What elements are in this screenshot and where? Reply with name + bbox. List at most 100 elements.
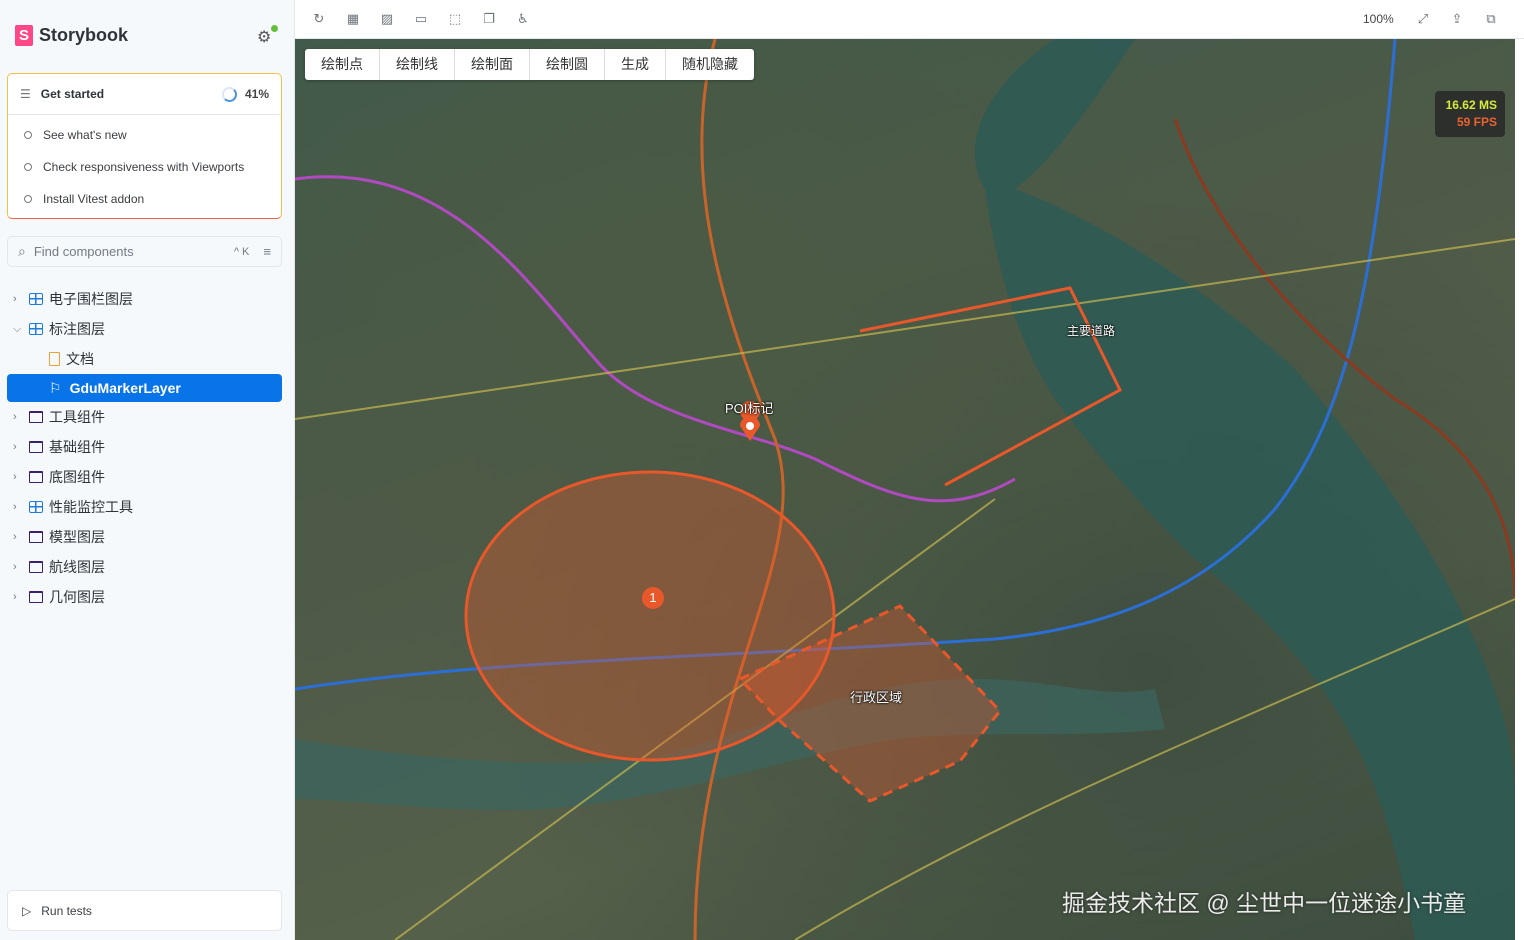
performance-monitor: 16.62 MS 59 FPS <box>1435 91 1505 137</box>
checklist-item-label: Install Vitest addon <box>43 192 145 206</box>
circle-icon <box>24 131 32 139</box>
storybook-logo[interactable]: S Storybook <box>15 25 128 46</box>
play-icon: ▷ <box>22 903 32 918</box>
tree-item[interactable]: › 基础组件 <box>7 432 282 462</box>
checklist-item-label: Check responsiveness with Viewports <box>43 160 245 174</box>
viewport-icon[interactable]: ❐ <box>481 11 497 27</box>
preview-toolbar: ↻ ▦ ▨ ▭ ⬚ ❐ ♿ 100% ⤢ ⇪ ⧉ <box>295 0 1524 39</box>
road-label: 主要道路 <box>1067 324 1116 338</box>
run-tests-label: Run tests <box>41 903 92 918</box>
reload-icon[interactable]: ↻ <box>311 11 327 27</box>
open-new-tab-icon[interactable]: ⧉ <box>1483 11 1499 27</box>
storybook-icon: S <box>15 25 33 46</box>
chevron-right-icon[interactable]: › <box>13 591 25 603</box>
search-input[interactable]: ⌕ Find components ^ K ≡ <box>7 236 282 267</box>
draw-button[interactable]: 绘制线 <box>380 49 455 80</box>
status-dot <box>271 25 278 32</box>
tree-item-label: 基础组件 <box>49 439 105 455</box>
share-icon[interactable]: ⇪ <box>1449 11 1465 27</box>
chevron-right-icon[interactable]: › <box>13 293 25 305</box>
fps-value: 59 FPS <box>1456 115 1497 129</box>
draw-button[interactable]: 随机隐藏 <box>666 49 754 80</box>
tree-item-label: 电子围栏图层 <box>49 291 133 307</box>
tree-item-label: 航线图层 <box>49 559 105 575</box>
component-icon <box>29 293 43 305</box>
tree-item-label: 工具组件 <box>49 409 105 425</box>
tree-item-label: 性能监控工具 <box>49 499 133 515</box>
outline-icon[interactable]: ⬚ <box>447 11 463 27</box>
river <box>974 39 1515 940</box>
tree-item-label: 几何图层 <box>49 589 105 605</box>
checklist-header[interactable]: ☰ Get started 41% <box>8 74 281 115</box>
cluster-marker[interactable]: 1 <box>642 587 664 609</box>
tree-item-label: 底图组件 <box>49 469 105 485</box>
chevron-right-icon[interactable]: › <box>13 531 25 543</box>
list-icon: ☰ <box>20 87 31 101</box>
draw-toolbar: 绘制点 绘制线 绘制面 绘制圆 生成 随机隐藏 <box>305 49 754 80</box>
checklist-item[interactable]: Install Vitest addon <box>8 183 281 215</box>
circle-icon <box>24 163 32 171</box>
run-tests-button[interactable]: ▷ Run tests <box>7 890 282 931</box>
progress-ring-icon <box>221 86 237 102</box>
metro-line <box>295 175 1016 503</box>
grid-icon[interactable]: ▦ <box>345 11 361 27</box>
sidebar: S Storybook ⚙ ☰ Get started 41% See what… <box>0 0 295 940</box>
tree-item[interactable]: 文档 <box>7 344 282 374</box>
chevron-right-icon[interactable]: › <box>13 441 25 453</box>
draw-button[interactable]: 绘制点 <box>305 49 380 80</box>
checklist-item-label: See what's new <box>43 128 127 142</box>
tree-item[interactable]: › 底图组件 <box>7 462 282 492</box>
checklist-title: Get started <box>40 87 105 101</box>
folder-icon <box>29 441 43 453</box>
chevron-right-icon[interactable]: › <box>13 501 25 513</box>
component-tree: › 电子围栏图层 ⌵ 标注图层 文档 ⚐ GduMarkerLayer › 工具组件 › 基础组件 ›… <box>7 284 282 612</box>
map-canvas[interactable]: 绘制点 绘制线 绘制面 绘制圆 生成 随机隐藏 16.62 MS 59 FPS POI标记… <box>295 39 1515 940</box>
circle-icon <box>24 195 32 203</box>
folder-icon <box>29 591 43 603</box>
folder-icon <box>29 471 43 483</box>
accessibility-icon[interactable]: ♿ <box>515 11 531 27</box>
tree-item[interactable]: › 电子围栏图层 <box>7 284 282 314</box>
draw-button[interactable]: 生成 <box>605 49 666 80</box>
component-icon <box>29 501 43 513</box>
tree-item[interactable]: ⚐ GduMarkerLayer <box>7 374 282 402</box>
tree-item[interactable]: › 航线图层 <box>7 552 282 582</box>
watermark: 掘金技术社区 @ 尘世中一位迷途小书童 <box>1062 890 1467 916</box>
folder-icon <box>29 531 43 543</box>
tree-item[interactable]: › 几何图层 <box>7 582 282 612</box>
chevron-down-icon[interactable]: ⌵ <box>13 323 25 336</box>
draw-button[interactable]: 绘制圆 <box>530 49 605 80</box>
tree-item[interactable]: ⌵ 标注图层 <box>7 314 282 344</box>
tree-item-label: GduMarkerLayer <box>69 380 181 396</box>
chevron-right-icon[interactable]: › <box>13 471 25 483</box>
search-placeholder: Find components <box>33 244 134 259</box>
checklist-item[interactable]: See what's new <box>8 119 281 151</box>
tree-item[interactable]: › 模型图层 <box>7 522 282 552</box>
tree-item-label: 模型图层 <box>49 529 105 545</box>
tree-item-label: 标注图层 <box>49 321 105 337</box>
folder-icon <box>29 411 43 423</box>
frame-time: 16.62 MS <box>1445 98 1497 112</box>
fullscreen-icon[interactable]: ⤢ <box>1415 11 1431 27</box>
map-layer <box>295 39 1515 940</box>
tree-item-label: 文档 <box>66 351 94 367</box>
filter-icon[interactable]: ≡ <box>263 244 271 259</box>
chevron-right-icon[interactable]: › <box>13 411 25 423</box>
draw-button[interactable]: 绘制面 <box>455 49 530 80</box>
settings-gear-icon[interactable]: ⚙ <box>257 25 278 46</box>
bookmark-icon: ⚐ <box>49 379 62 396</box>
folder-icon <box>29 561 43 573</box>
search-icon: ⌕ <box>18 243 26 259</box>
get-started-checklist: ☰ Get started 41% See what's new Check r… <box>7 73 282 219</box>
region-label: 行政区域 <box>850 690 903 705</box>
tree-item[interactable]: › 性能监控工具 <box>7 492 282 522</box>
chevron-right-icon[interactable]: › <box>13 561 25 573</box>
scrollbar-area <box>1515 39 1524 940</box>
checklist-progress: 41% <box>244 87 269 101</box>
tree-item[interactable]: › 工具组件 <box>7 402 282 432</box>
background-image-icon[interactable]: ▨ <box>379 11 395 27</box>
document-icon <box>49 352 60 366</box>
checklist-item[interactable]: Check responsiveness with Viewports <box>8 151 281 183</box>
zoom-level[interactable]: 100% <box>1363 12 1394 26</box>
measure-icon[interactable]: ▭ <box>413 11 429 27</box>
